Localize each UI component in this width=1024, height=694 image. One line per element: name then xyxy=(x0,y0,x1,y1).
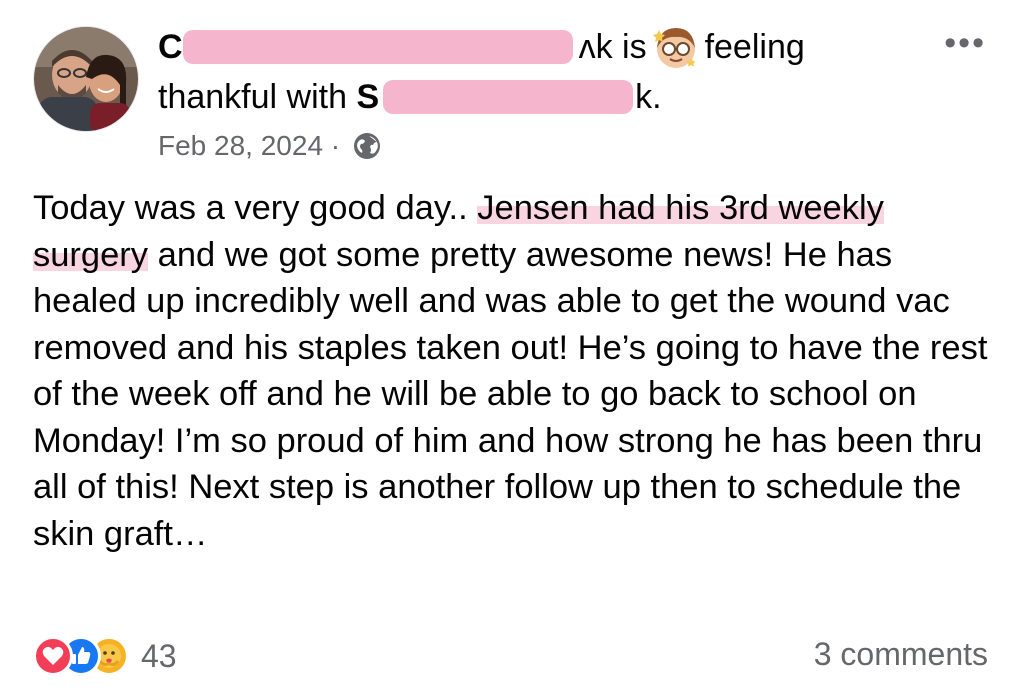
is-text: is xyxy=(622,28,647,66)
author-avatar[interactable] xyxy=(33,26,139,132)
post-meta: Feb 28, 2024 · xyxy=(158,128,382,164)
post-header-line-1: Cᴧk is feeling xyxy=(158,24,805,70)
more-options-icon[interactable]: ••• xyxy=(944,26,986,60)
redacted-tagged-name xyxy=(383,80,634,114)
post-date[interactable]: Feb 28, 2024 · xyxy=(158,130,340,161)
tagged-name-suffix[interactable]: k. xyxy=(635,78,661,116)
redacted-author-name xyxy=(182,30,573,64)
reaction-count[interactable]: 43 xyxy=(141,638,177,675)
thankful-emoji-icon xyxy=(652,24,699,70)
post-body: Today was a very good day.. Jensen had h… xyxy=(33,185,993,557)
post-body-text-1: Today was a very good day.. xyxy=(33,189,478,227)
post-body-text-2: and we got some pretty awesome news! He … xyxy=(33,235,988,553)
love-icon xyxy=(33,636,73,676)
reactions-summary[interactable]: 43 xyxy=(33,634,177,678)
feeling-word: thankful with xyxy=(158,78,347,116)
feeling-text: feeling xyxy=(704,28,805,66)
author-name-suffix[interactable]: ᴧk xyxy=(579,28,613,66)
globe-icon xyxy=(352,131,382,161)
comments-count-link[interactable]: 3 comments xyxy=(814,636,988,673)
avatar-photo xyxy=(34,27,138,131)
tagged-name-initial[interactable]: S xyxy=(356,78,379,116)
author-name-initial[interactable]: C xyxy=(158,28,183,66)
post-header-line-2: thankful with Sk. xyxy=(158,77,662,117)
facebook-post: Cᴧk is feeling thankful with Sk. Feb 28,… xyxy=(0,0,1024,694)
